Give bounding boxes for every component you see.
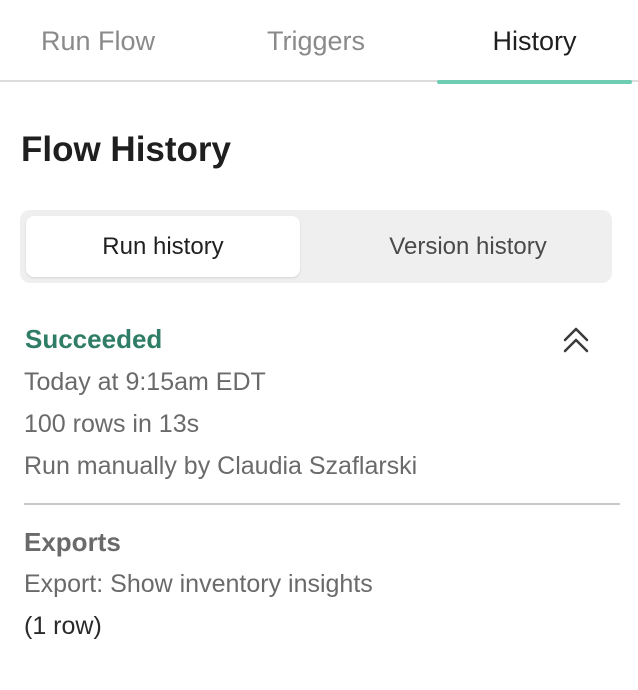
section-divider xyxy=(24,503,620,505)
run-rows: 100 rows in 13s xyxy=(24,410,200,438)
collapse-button[interactable] xyxy=(556,320,596,360)
tab-bar: Run Flow Triggers History xyxy=(0,0,638,84)
page-title: Flow History xyxy=(21,130,232,169)
tab-run-flow-label: Run Flow xyxy=(40,25,156,56)
tab-history-label: History xyxy=(492,25,577,56)
tab-history[interactable]: History xyxy=(437,0,632,84)
run-status: Succeeded xyxy=(25,324,163,354)
exports-heading: Exports xyxy=(24,527,121,557)
tab-triggers-label: Triggers xyxy=(266,25,366,56)
tab-run-flow[interactable]: Run Flow xyxy=(0,0,196,82)
export-item-label: Export: Show inventory insights xyxy=(24,570,373,598)
run-by: Run manually by Claudia Szaflarski xyxy=(24,452,418,480)
export-item-rows: (1 row) xyxy=(24,612,102,640)
run-history-button[interactable]: Run history xyxy=(26,216,300,277)
run-time: Today at 9:15am EDT xyxy=(24,368,266,396)
tab-triggers[interactable]: Triggers xyxy=(217,0,415,82)
chevron-double-up-icon xyxy=(563,327,589,353)
run-history-label: Run history xyxy=(102,232,224,260)
version-history-label: Version history xyxy=(389,232,547,260)
history-type-toggle: Run history Version history xyxy=(20,210,612,283)
version-history-button[interactable]: Version history xyxy=(322,216,614,277)
active-tab-indicator xyxy=(437,80,632,84)
